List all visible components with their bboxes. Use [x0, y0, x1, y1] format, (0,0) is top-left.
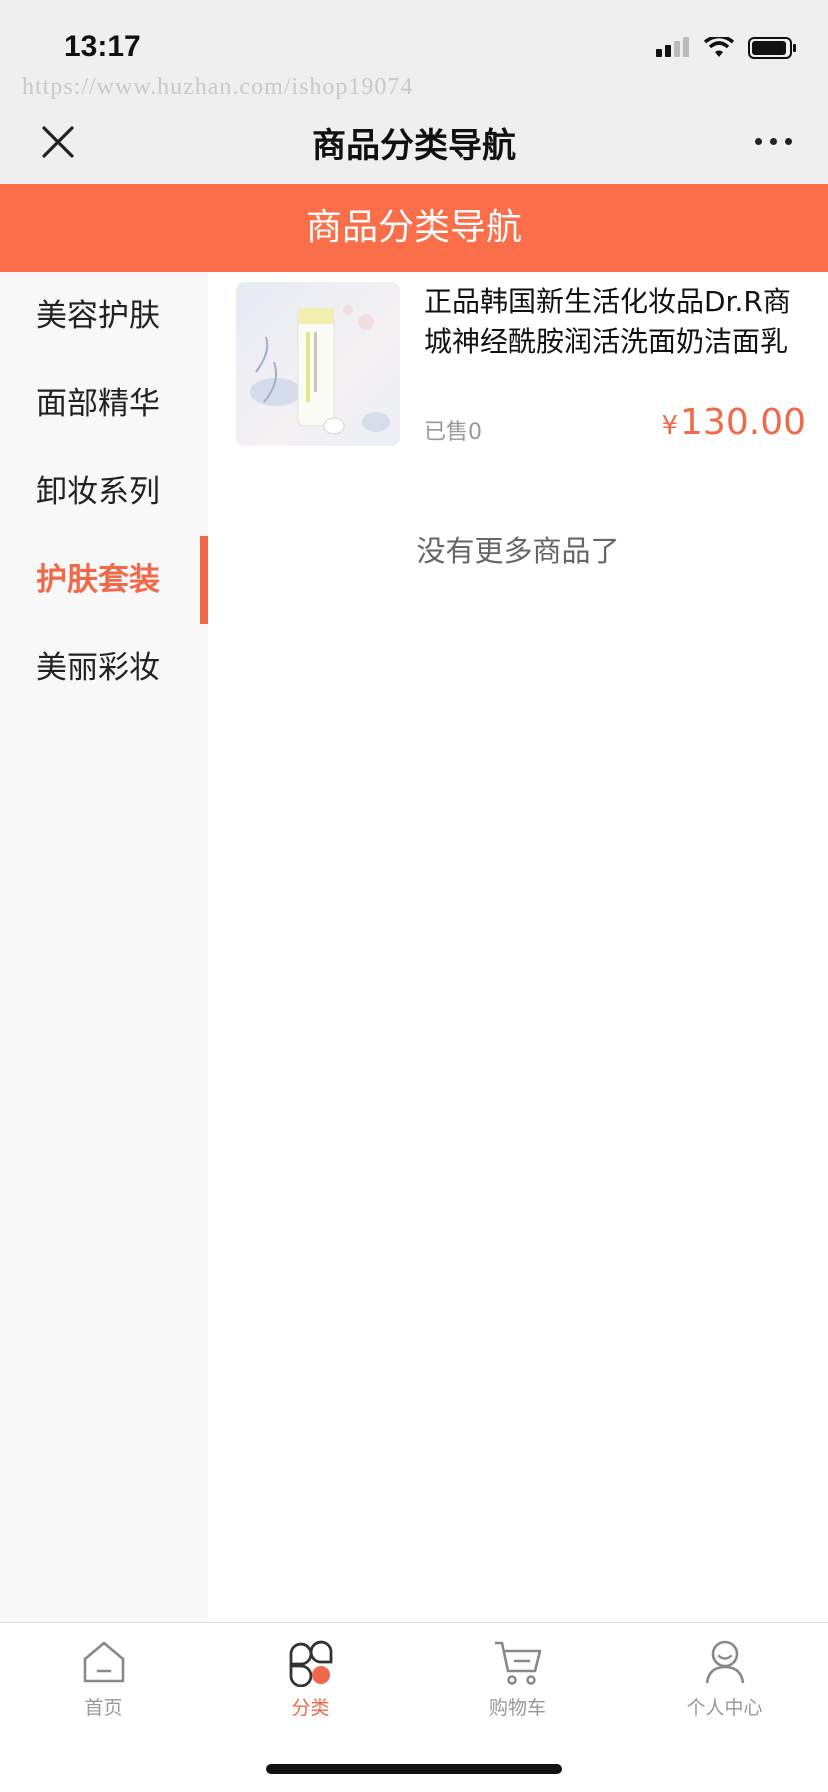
- product-sold-count: 已售0: [424, 420, 482, 445]
- sidebar-item-label: 美容护肤: [36, 298, 160, 334]
- more-dot-icon: [755, 138, 762, 145]
- product-tube-icon: [250, 305, 390, 435]
- tab-profile[interactable]: 个人中心: [621, 1637, 828, 1720]
- price-currency: ¥: [661, 411, 679, 441]
- sidebar-item-meirong[interactable]: 美容护肤: [0, 272, 208, 360]
- status-bar: 13:17 https://www.huzhan.com/ishop19074: [0, 0, 828, 100]
- product-list: 正品韩国新生活化妆品Dr.R商城神经酰胺润活洗面奶洁面乳 已售0 ¥130.00…: [208, 272, 828, 1622]
- home-indicator: [266, 1764, 562, 1774]
- sidebar-item-label: 美丽彩妆: [36, 650, 160, 686]
- sidebar-item-label: 面部精华: [36, 386, 160, 422]
- status-icons: [656, 36, 798, 60]
- price-value: 130.00: [680, 402, 806, 443]
- nav-title: 商品分类导航: [312, 126, 516, 166]
- category-sidebar: 美容护肤 面部精华 卸妆系列 护肤套装 美丽彩妆: [0, 272, 208, 1622]
- category-icon: [289, 1640, 332, 1688]
- signal-icon: [656, 37, 689, 57]
- watermark-text: https://www.huzhan.com/ishop19074: [22, 74, 414, 100]
- tab-label: 个人中心: [686, 1697, 763, 1719]
- product-price: ¥130.00: [661, 402, 806, 443]
- sidebar-item-label: 护肤套装: [36, 562, 160, 598]
- more-dot-icon: [770, 138, 777, 145]
- tab-category[interactable]: 分类: [207, 1637, 414, 1720]
- more-button[interactable]: [755, 138, 792, 145]
- more-dot-icon: [785, 138, 792, 145]
- product-image: [236, 282, 400, 446]
- tab-cart[interactable]: 购物车: [414, 1637, 621, 1720]
- cart-icon: [494, 1641, 541, 1685]
- tab-label: 首页: [84, 1697, 123, 1719]
- product-name: 正品韩国新生活化妆品Dr.R商城神经酰胺润活洗面奶洁面乳: [424, 285, 791, 358]
- user-icon: [705, 1640, 744, 1684]
- top-nav-bar: 商品分类导航: [0, 100, 828, 184]
- no-more-text: 没有更多商品了: [416, 534, 620, 568]
- product-card[interactable]: 正品韩国新生活化妆品Dr.R商城神经酰胺润活洗面奶洁面乳 已售0 ¥130.00: [236, 282, 806, 448]
- sidebar-item-caizhuang[interactable]: 美丽彩妆: [0, 624, 208, 712]
- status-time: 13:17: [64, 30, 141, 63]
- page-header: 商品分类导航: [0, 184, 828, 272]
- sidebar-item-label: 卸妆系列: [36, 474, 160, 510]
- tab-label: 分类: [291, 1697, 330, 1719]
- home-icon: [83, 1641, 124, 1683]
- tab-home[interactable]: 首页: [0, 1637, 207, 1720]
- battery-icon: [748, 37, 796, 59]
- sidebar-item-hufu-taozhuang[interactable]: 护肤套装: [0, 536, 208, 624]
- sidebar-item-xiezhuang[interactable]: 卸妆系列: [0, 448, 208, 536]
- sidebar-item-mianbu[interactable]: 面部精华: [0, 360, 208, 448]
- wifi-icon: [704, 37, 734, 57]
- tab-label: 购物车: [488, 1697, 546, 1719]
